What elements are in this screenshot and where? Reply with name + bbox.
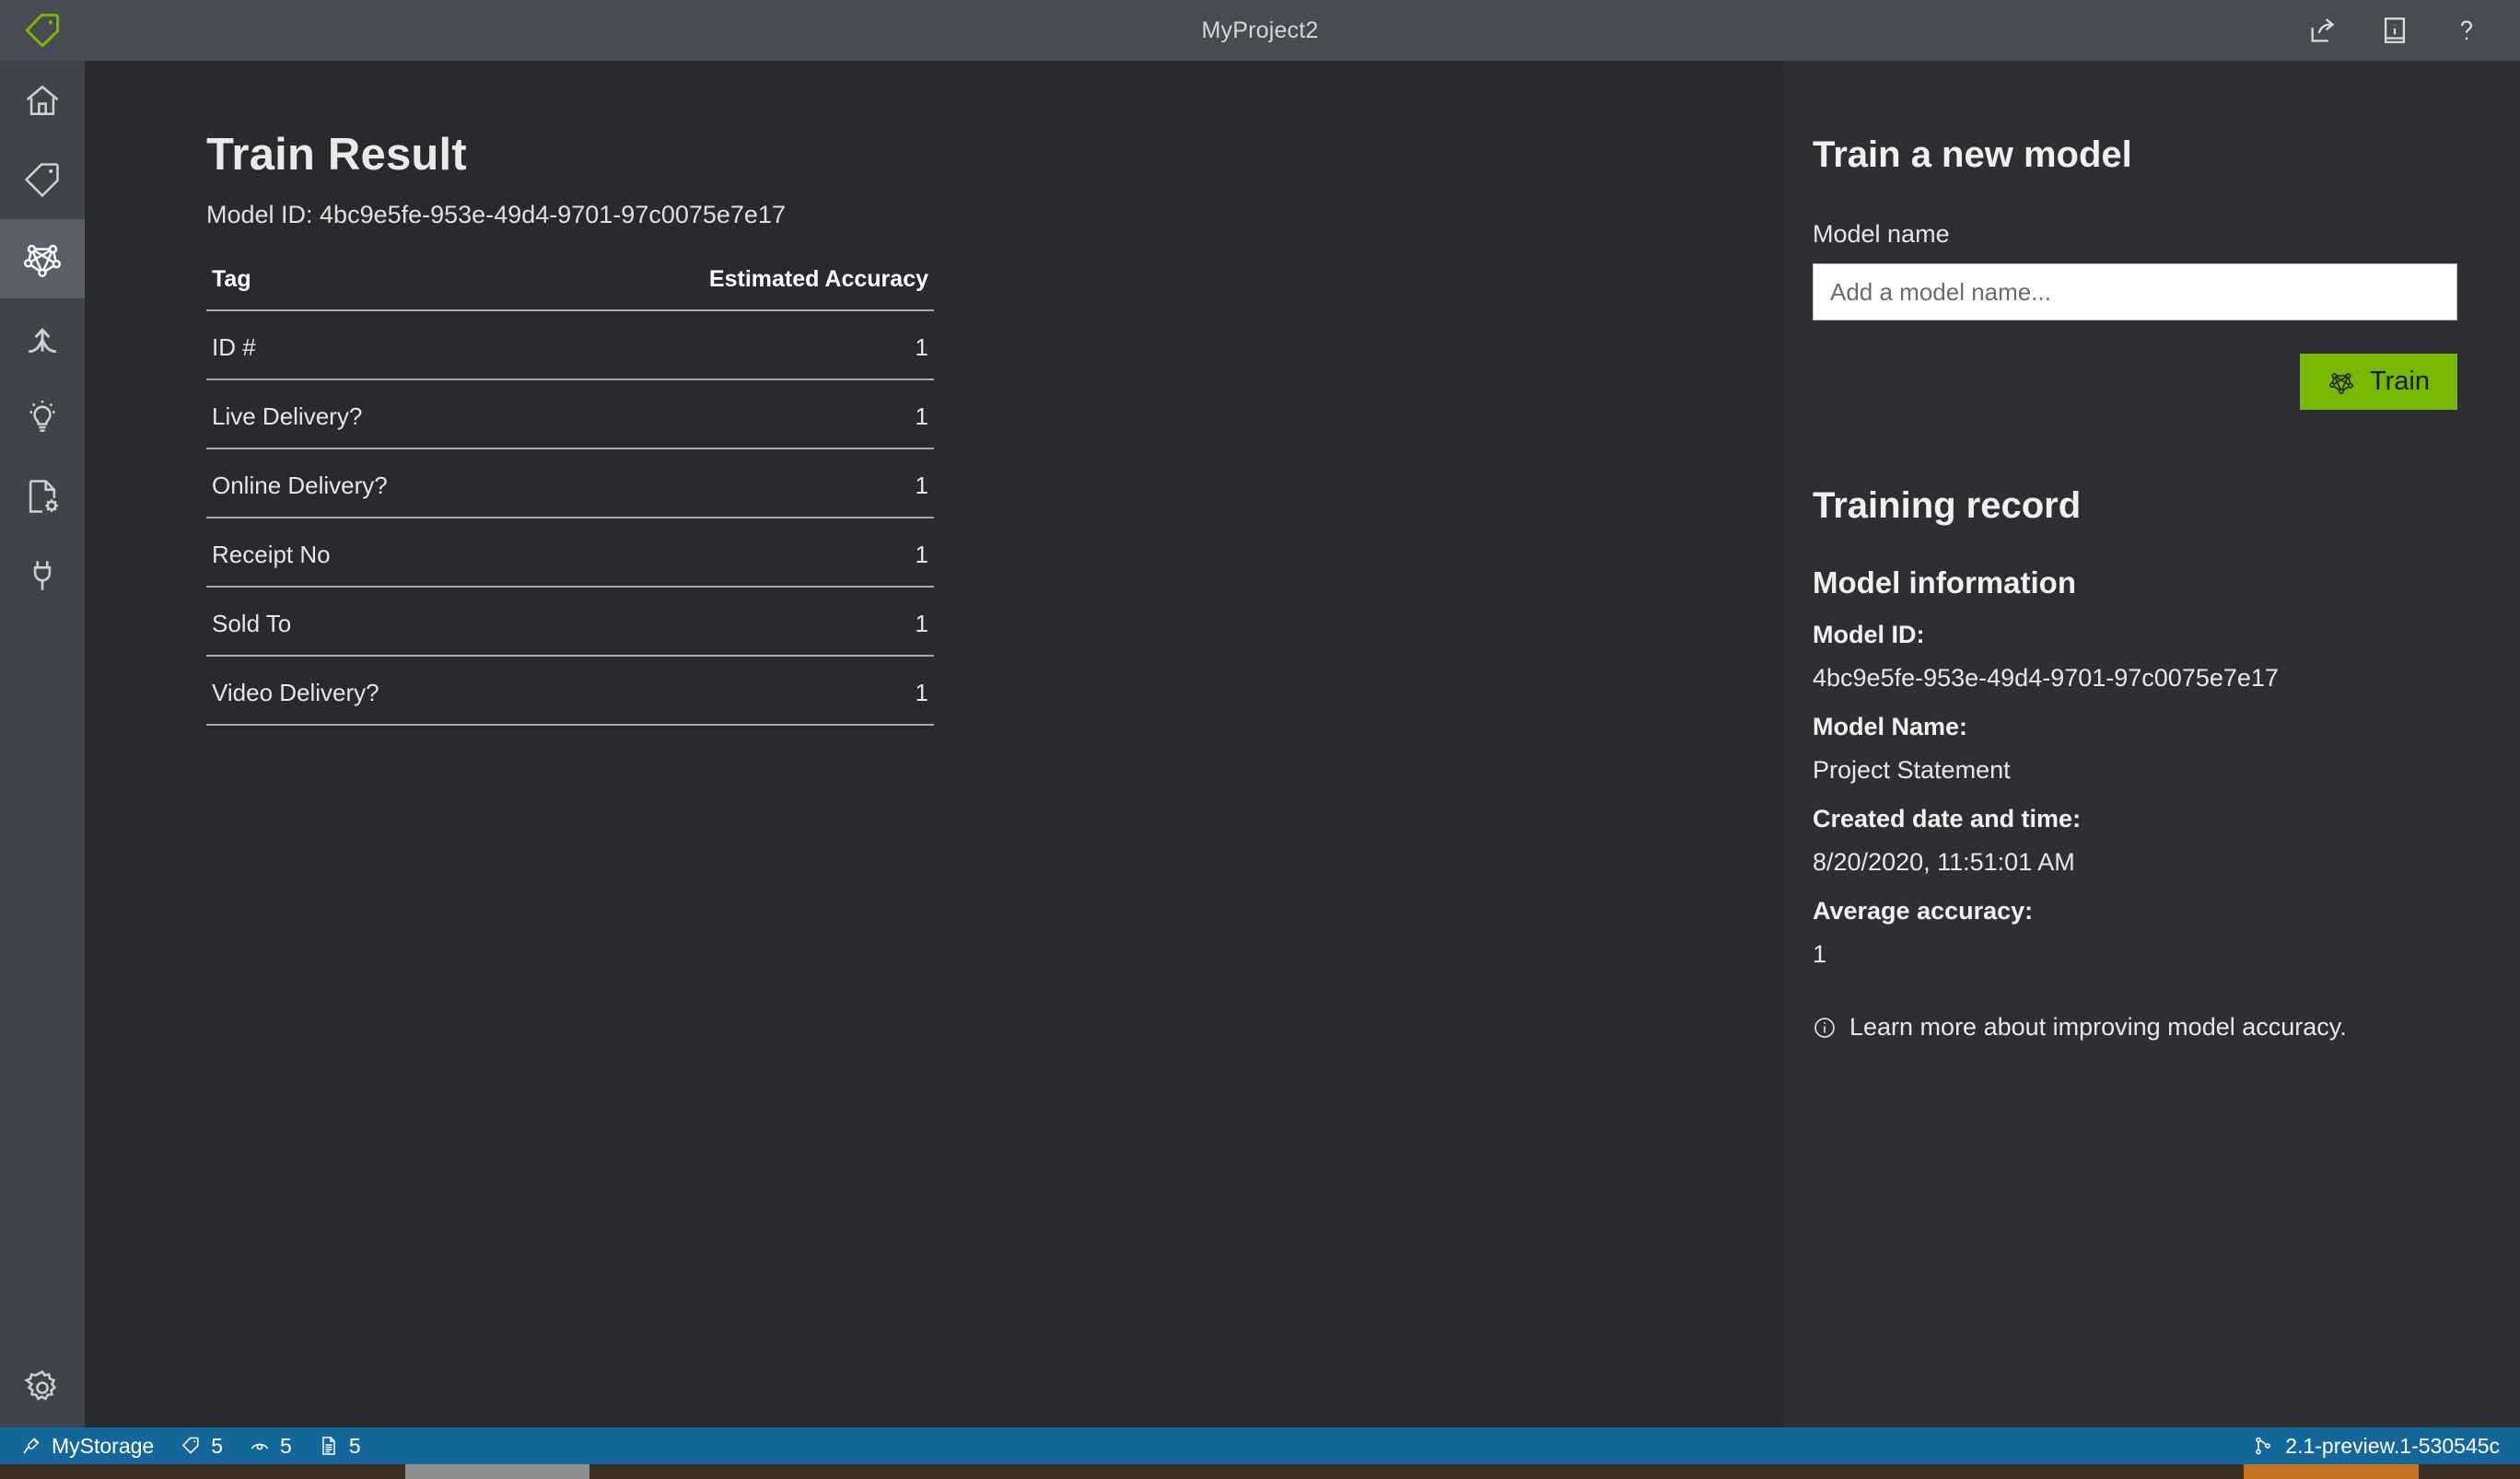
page-title: Train Result bbox=[206, 130, 467, 180]
field-value-average-accuracy: 1 bbox=[1813, 940, 1827, 968]
cell-tag: ID # bbox=[206, 310, 532, 380]
cell-accuracy: 1 bbox=[531, 656, 934, 726]
model-network-icon bbox=[21, 238, 64, 280]
sidebar-item-predict[interactable] bbox=[0, 378, 85, 457]
cell-tag: Online Delivery? bbox=[206, 448, 532, 518]
plug-icon bbox=[20, 1435, 42, 1457]
taskbar-segment-highlight bbox=[2244, 1464, 2419, 1479]
status-storage-label: MyStorage bbox=[52, 1433, 155, 1458]
status-document-count[interactable]: 5 bbox=[318, 1434, 361, 1459]
status-version[interactable]: 2.1-preview.1-530545c bbox=[2252, 1434, 2500, 1459]
title-bar: MyProject2 bbox=[0, 0, 2520, 61]
sidebar-item-connections[interactable] bbox=[0, 536, 85, 615]
train-button-label: Train bbox=[2370, 367, 2430, 396]
plug-icon bbox=[23, 556, 62, 595]
cell-accuracy: 1 bbox=[531, 587, 934, 657]
learn-more-link[interactable]: Learn more about improving model accurac… bbox=[1813, 1013, 2457, 1042]
cell-tag: Sold To bbox=[206, 587, 532, 657]
status-version-label: 2.1-preview.1-530545c bbox=[2285, 1433, 2500, 1458]
app-window: MyProject2 Train Result Model ID: 4bc9e5… bbox=[0, 0, 2520, 1479]
cell-tag: Live Delivery? bbox=[206, 379, 532, 449]
sidebar-item-compose[interactable] bbox=[0, 298, 85, 378]
tag-icon bbox=[22, 159, 63, 200]
table-row: Live Delivery? 1 bbox=[206, 379, 934, 449]
share-icon[interactable] bbox=[2304, 12, 2341, 49]
train-button-row: Train bbox=[1813, 354, 2457, 410]
field-value-model-name: Project Statement bbox=[1813, 756, 2011, 784]
model-information-heading: Model information bbox=[1813, 565, 2076, 600]
taskbar-segment bbox=[2419, 1464, 2520, 1479]
column-header-accuracy: Estimated Accuracy bbox=[531, 266, 934, 311]
eye-icon bbox=[249, 1435, 271, 1457]
train-result-table: Tag Estimated Accuracy ID # 1 Live Deliv… bbox=[206, 266, 934, 726]
sidebar bbox=[0, 61, 85, 1427]
document-icon bbox=[318, 1435, 340, 1457]
field-key-average-accuracy: Average accuracy: bbox=[1813, 897, 2034, 925]
taskbar-segment-active bbox=[405, 1464, 589, 1479]
status-tag-count-value: 5 bbox=[211, 1433, 224, 1458]
field-key-model-name: Model Name: bbox=[1813, 713, 1968, 740]
gear-icon bbox=[22, 1368, 63, 1408]
tag-icon bbox=[180, 1435, 202, 1457]
lightbulb-icon bbox=[22, 397, 63, 437]
sidebar-item-settings[interactable] bbox=[0, 1348, 85, 1427]
training-record-heading: Training record bbox=[1813, 485, 2082, 526]
cell-tag: Receipt No bbox=[206, 518, 532, 588]
status-eye-count-value: 5 bbox=[280, 1433, 292, 1458]
titlebar-actions bbox=[2304, 12, 2520, 49]
cell-accuracy: 1 bbox=[531, 379, 934, 449]
table-row: Video Delivery? 1 bbox=[206, 656, 934, 726]
table-row: ID # 1 bbox=[206, 310, 934, 380]
table-row: Online Delivery? 1 bbox=[206, 448, 934, 518]
main-content: Train Result Model ID: 4bc9e5fe-953e-49d… bbox=[85, 61, 1783, 1427]
window-title: MyProject2 bbox=[1201, 17, 1319, 43]
train-button[interactable]: Train bbox=[2300, 354, 2457, 410]
status-tag-count[interactable]: 5 bbox=[180, 1434, 223, 1459]
column-header-tag: Tag bbox=[206, 266, 532, 311]
app-logo bbox=[0, 0, 85, 61]
right-panel: Train a new model Model name Train bbox=[1783, 61, 2520, 1427]
status-bar: MyStorage 5 5 5 2.1-preview.1-530545c bbox=[0, 1427, 2520, 1464]
taskbar-segment bbox=[589, 1464, 2244, 1479]
help-icon[interactable] bbox=[2448, 12, 2485, 49]
document-settings-icon bbox=[22, 476, 63, 517]
merge-arrows-icon bbox=[22, 318, 63, 358]
model-id-line: Model ID: 4bc9e5fe-953e-49d4-9701-97c007… bbox=[206, 201, 786, 228]
status-storage[interactable]: MyStorage bbox=[20, 1434, 154, 1459]
field-value-model-id: 4bc9e5fe-953e-49d4-9701-97c0075e7e17 bbox=[1813, 664, 2279, 692]
table-row: Receipt No 1 bbox=[206, 518, 934, 588]
field-key-created-date: Created date and time: bbox=[1813, 805, 2082, 833]
field-key-model-id: Model ID: bbox=[1813, 621, 1925, 648]
sidebar-item-train[interactable] bbox=[0, 219, 85, 298]
learn-more-label: Learn more about improving model accurac… bbox=[1849, 1013, 2347, 1041]
info-circle-icon bbox=[1813, 1016, 1837, 1040]
os-taskbar bbox=[0, 1464, 2520, 1479]
model-name-label: Model name bbox=[1813, 220, 1950, 248]
table-body: ID # 1 Live Delivery? 1 Online Delivery?… bbox=[206, 310, 934, 726]
sidebar-item-document-settings[interactable] bbox=[0, 457, 85, 536]
home-icon bbox=[22, 80, 63, 121]
cell-accuracy: 1 bbox=[531, 448, 934, 518]
taskbar-segment bbox=[0, 1464, 405, 1479]
app-body: Train Result Model ID: 4bc9e5fe-953e-49d… bbox=[0, 61, 2520, 1427]
sidebar-item-tag[interactable] bbox=[0, 140, 85, 219]
status-eye-count[interactable]: 5 bbox=[249, 1434, 292, 1459]
model-network-icon bbox=[2328, 368, 2355, 396]
cell-accuracy: 1 bbox=[531, 310, 934, 380]
status-document-count-value: 5 bbox=[348, 1433, 361, 1458]
model-name-input[interactable] bbox=[1813, 263, 2457, 320]
branch-icon bbox=[2252, 1435, 2274, 1457]
table-header-row: Tag Estimated Accuracy bbox=[206, 266, 934, 311]
sidebar-item-home[interactable] bbox=[0, 61, 85, 140]
cell-tag: Video Delivery? bbox=[206, 656, 532, 726]
table-head: Tag Estimated Accuracy bbox=[206, 266, 934, 311]
table-row: Sold To 1 bbox=[206, 587, 934, 657]
train-new-model-heading: Train a new model bbox=[1813, 134, 2132, 175]
tag-logo-icon bbox=[23, 11, 62, 50]
info-book-icon[interactable] bbox=[2376, 12, 2413, 49]
cell-accuracy: 1 bbox=[531, 518, 934, 588]
field-value-created-date: 8/20/2020, 11:51:01 AM bbox=[1813, 848, 2075, 876]
